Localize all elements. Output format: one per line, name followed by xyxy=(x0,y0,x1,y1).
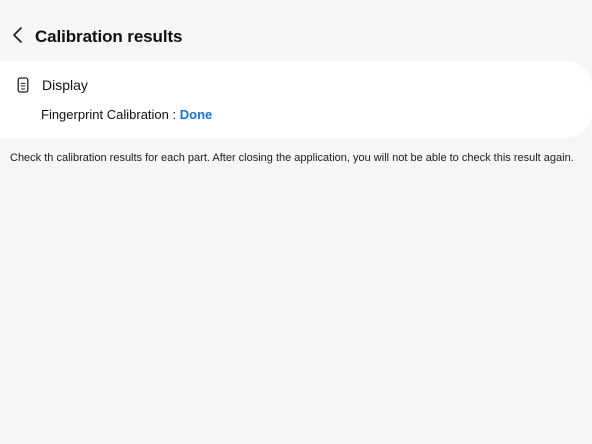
back-button[interactable] xyxy=(4,22,32,52)
result-label: Fingerprint Calibration : xyxy=(41,107,180,122)
back-chevron-icon xyxy=(11,26,25,49)
display-result-card: Display Fingerprint Calibration : Done xyxy=(0,61,592,138)
fingerprint-calibration-result: Fingerprint Calibration : Done xyxy=(41,106,212,123)
info-message: Check th calibration results for each pa… xyxy=(10,152,574,164)
result-status-value: Done xyxy=(179,107,213,122)
section-title-display: Display xyxy=(42,77,88,93)
card-header: Display xyxy=(16,75,88,95)
phone-device-icon xyxy=(16,76,30,94)
page-title: Calibration results xyxy=(35,27,183,46)
